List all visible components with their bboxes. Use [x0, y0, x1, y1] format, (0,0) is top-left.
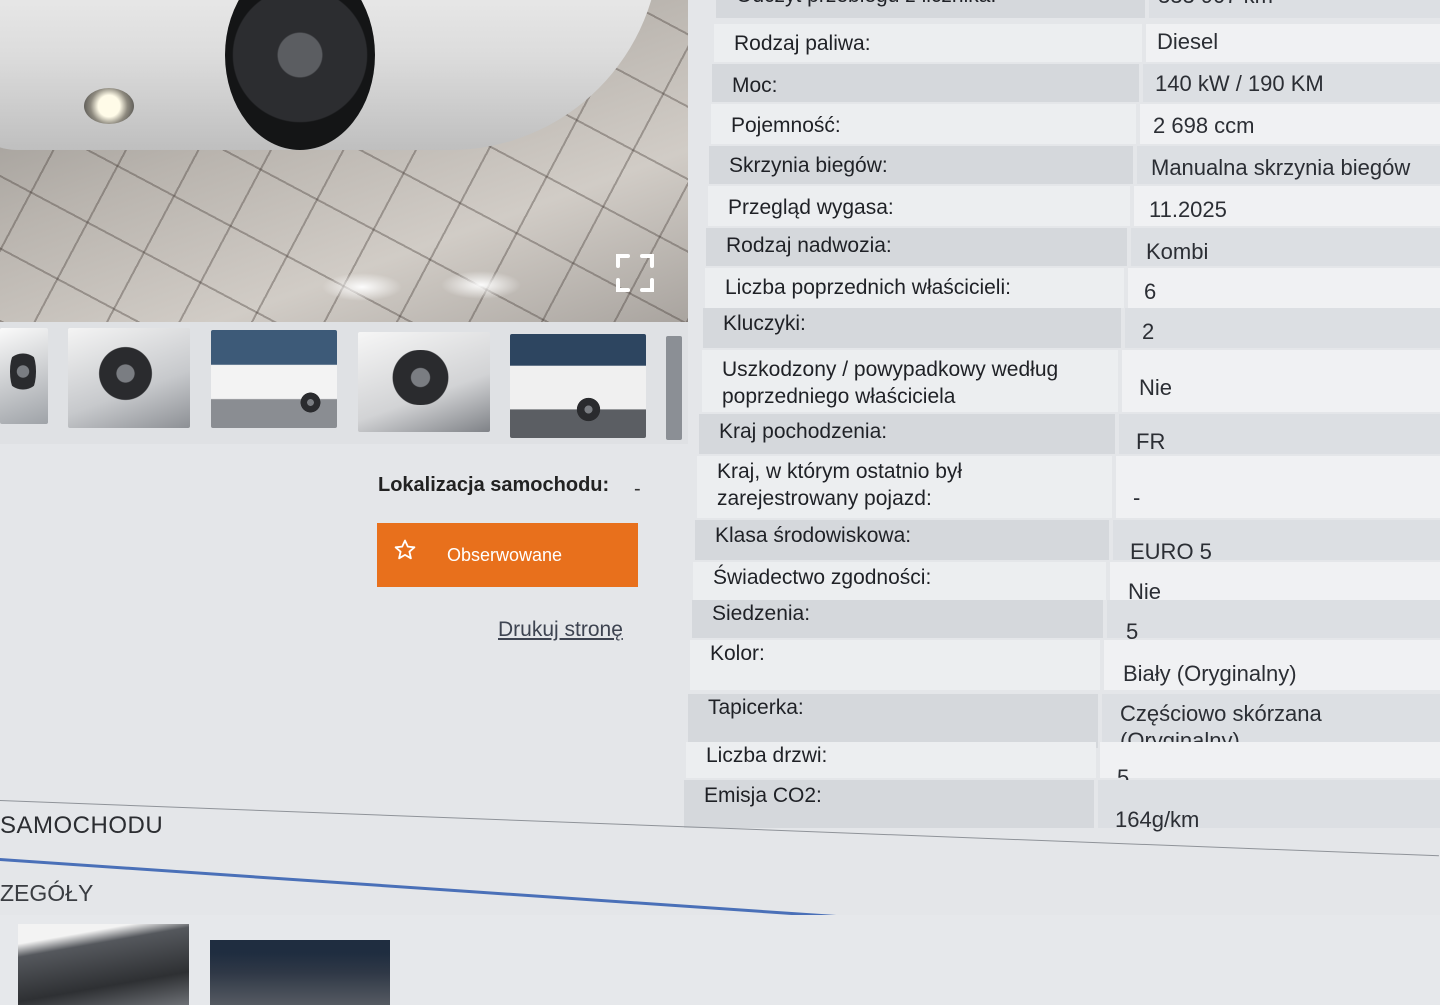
- spec-label: Rodzaj paliwa:: [734, 32, 871, 55]
- spec-row-value-cell: [1119, 414, 1440, 454]
- spec-label: Siedzenia:: [712, 602, 811, 625]
- spec-row: Skrzynia biegów: Manualna skrzynia biegów: [0, 146, 1440, 184]
- spec-label: Uszkodzony / powypadkowy według poprzedn…: [722, 358, 1059, 408]
- spec-label: Kraj pochodzenia:: [719, 420, 888, 443]
- spec-label: Kolor:: [710, 642, 765, 665]
- spec-value: 2 698 ccm: [1153, 113, 1255, 138]
- spec-label: Emisja CO2:: [704, 784, 822, 807]
- spec-value: 140 kW / 190 KM: [1155, 71, 1324, 96]
- spec-row: Siedzenia: 5: [0, 600, 1440, 644]
- spec-table: Odczyt przebiegu z licznika: 333 907 km Ro…: [0, 0, 1440, 860]
- spec-row: Rodzaj nadwozia: Kombi: [0, 228, 1440, 266]
- spec-label: Odczyt przebiegu z licznika:: [736, 0, 996, 9]
- spec-row: Liczba drzwi: 5: [0, 742, 1440, 790]
- spec-row: Kraj, w którym ostatnio był zarejestrowa…: [0, 456, 1440, 518]
- spec-value: 2: [1142, 319, 1155, 344]
- details-tab[interactable]: ZEGÓŁY: [0, 880, 93, 907]
- spec-label: Liczba drzwi:: [706, 744, 828, 767]
- spec-row: Klasa środowiskowa: EURO 5: [0, 520, 1440, 564]
- spec-value: FR: [1136, 429, 1166, 454]
- spec-row: Tapicerka: Częściowo skórzana (Oryginalny…: [0, 694, 1440, 753]
- spec-label: Liczba poprzednich właścicieli:: [725, 276, 1011, 299]
- spec-label: Klasa środowiskowa:: [715, 524, 912, 547]
- spec-value: Kombi: [1146, 239, 1209, 264]
- spec-value: EURO 5: [1130, 539, 1212, 564]
- spec-row: Rodzaj paliwa: Diesel: [0, 24, 1440, 62]
- spec-row: Kraj pochodzenia: FR: [0, 414, 1440, 454]
- spec-row-value-cell: [1125, 308, 1440, 348]
- spec-row: Liczba poprzednich właścicieli: 6: [0, 268, 1440, 308]
- spec-value: Nie: [1139, 375, 1173, 400]
- spec-label: Tapicerka:: [708, 696, 804, 719]
- spec-value: 11.2025: [1149, 197, 1227, 222]
- spec-label: Przegląd wygasa:: [728, 196, 894, 219]
- spec-value: -: [1133, 485, 1141, 510]
- spec-row: Kolor: Biały (Oryginalny): [0, 640, 1440, 690]
- spec-label: Pojemność:: [731, 114, 841, 137]
- spec-row: Pojemność: 2 698 ccm: [0, 104, 1440, 144]
- spec-row: Uszkodzony / powypadkowy według poprzedn…: [0, 350, 1440, 412]
- spec-label: Kraj, w którym ostatnio był zarejestrowa…: [717, 460, 963, 510]
- spec-row-value-cell: [1128, 268, 1440, 308]
- spec-value: 164g/km: [1115, 807, 1200, 832]
- spec-row: Emisja CO2: 164g/km: [0, 780, 1440, 832]
- spec-row: Świadectwo zgodności: Nie: [0, 562, 1440, 604]
- spec-value: 333 907 km: [1158, 0, 1273, 9]
- interior-thumbnail[interactable]: [210, 940, 390, 1005]
- spec-row-value-cell: [1116, 456, 1440, 518]
- spec-value: 6: [1144, 279, 1157, 304]
- spec-value: Biały (Oryginalny): [1123, 661, 1297, 686]
- spec-label: Moc:: [732, 74, 778, 97]
- spec-label: Kluczyki:: [723, 312, 806, 335]
- spec-value: Manualna skrzynia biegów: [1151, 155, 1411, 180]
- spec-label: Rodzaj nadwozia:: [726, 234, 892, 257]
- spec-row: Moc: 140 kW / 190 KM: [0, 64, 1440, 102]
- spec-value: Diesel: [1157, 29, 1219, 54]
- spec-row-value-cell: [1107, 600, 1440, 638]
- spec-row: Przegląd wygasa: 11.2025: [0, 186, 1440, 226]
- engine-bay-thumbnail[interactable]: [18, 924, 189, 1005]
- spec-row: Kluczyki: 2: [0, 308, 1440, 348]
- spec-label: Skrzynia biegów:: [729, 154, 888, 177]
- spec-row-value-cell: [1100, 742, 1440, 778]
- spec-label: Świadectwo zgodności:: [713, 566, 932, 589]
- section-title: SAMOCHODU: [0, 812, 164, 839]
- spec-row: Odczyt przebiegu z licznika: 333 907 km: [0, 0, 1440, 18]
